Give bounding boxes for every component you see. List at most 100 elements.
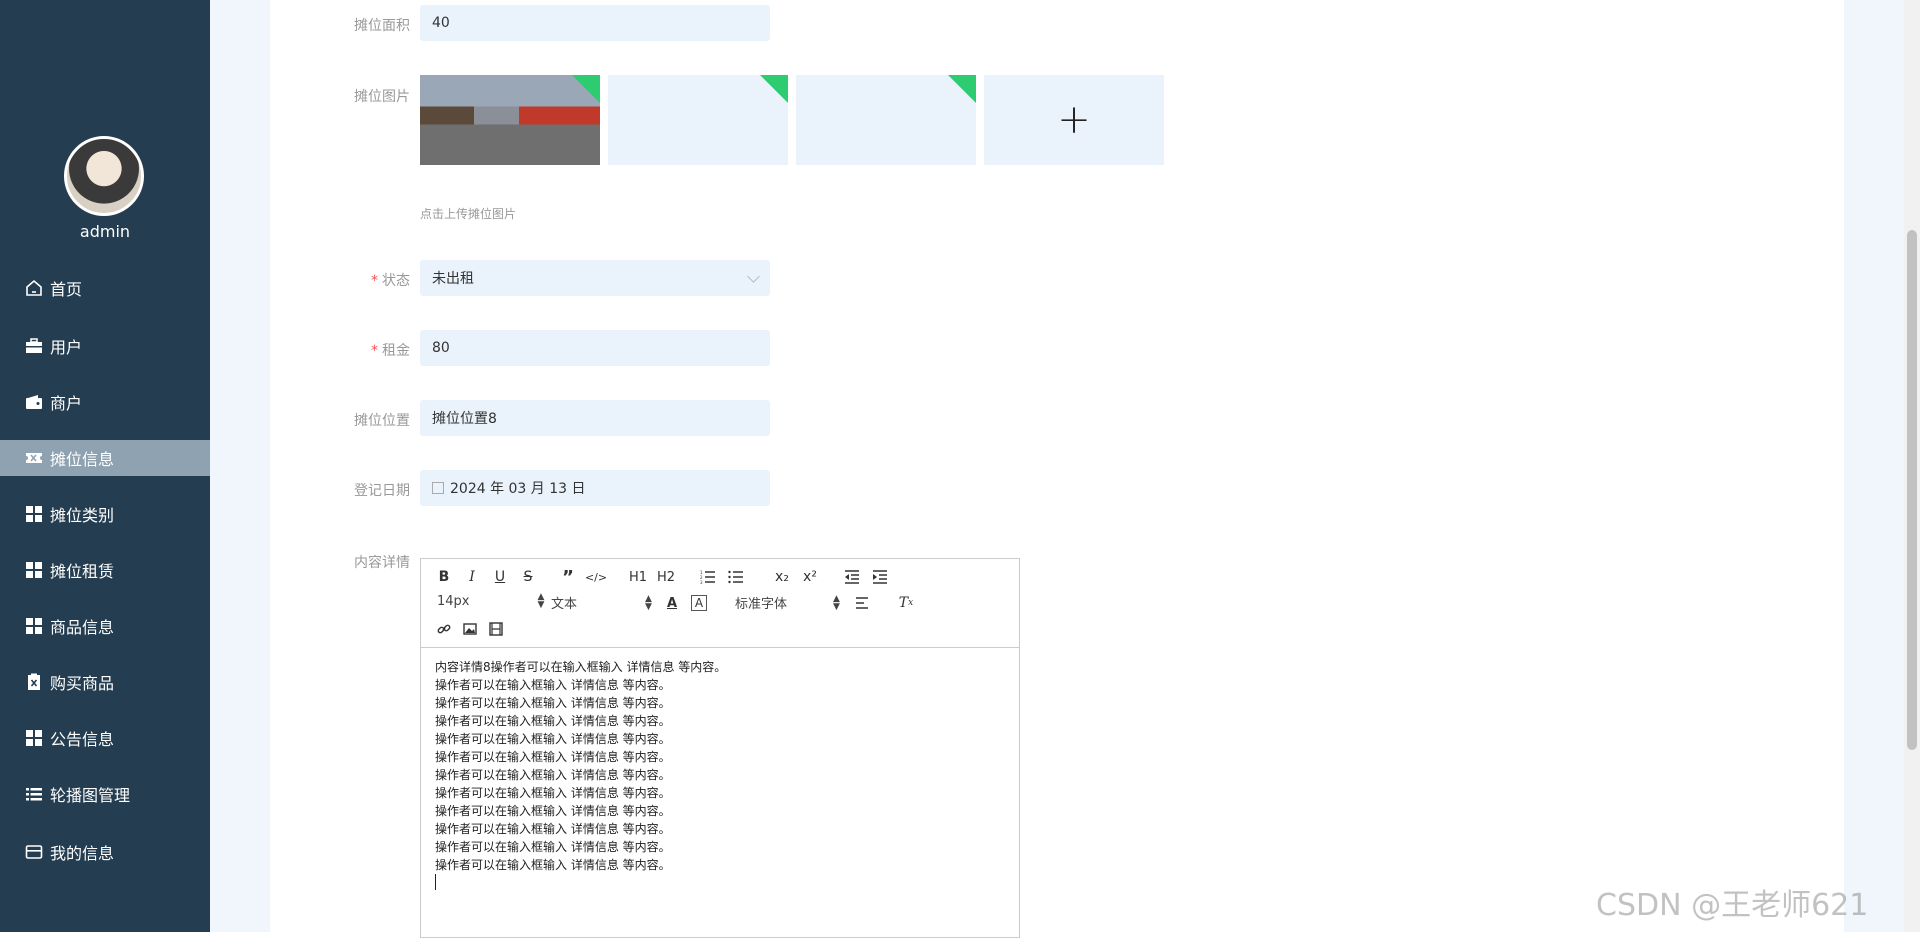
sidebar-item-label: 摊位信息 [50, 450, 115, 469]
select-arrows-icon: ▲ ▼ [833, 593, 840, 612]
subscript-button[interactable]: x₂ [771, 567, 793, 587]
sidebar-item-home[interactable]: 首页 [0, 270, 210, 306]
rent-input[interactable]: 80 [420, 330, 770, 366]
sidebar-item-label: 购买商品 [50, 674, 115, 693]
sidebar-item-label: 轮播图管理 [50, 786, 131, 805]
font-color-icon[interactable]: A [661, 593, 683, 613]
image-icon[interactable] [459, 619, 481, 639]
sidebar-item-label: 商户 [50, 394, 83, 413]
sidebar: admin 首页 用户 商户 摊位信息 摊位类别 摊位租赁 商品信息 购买商品 … [0, 0, 210, 932]
stall-image-2[interactable] [608, 75, 788, 165]
uploaded-check-corner [572, 75, 600, 103]
sidebar-item-label: 我的信息 [50, 844, 115, 863]
sidebar-item-label: 商品信息 [50, 618, 115, 637]
plus-icon: + [1057, 97, 1091, 143]
sidebar-item-purchase[interactable]: 购买商品 [0, 664, 210, 700]
editor-content[interactable]: 内容详情8操作者可以在输入框输入 详情信息 等内容。 操作者可以在输入框输入 详… [421, 648, 1019, 905]
text-type-select[interactable]: 文本 ▲ ▼ [551, 593, 652, 612]
select-arrows-icon: ▲ ▼ [537, 592, 545, 610]
bold-button[interactable]: B [433, 567, 455, 587]
font-family-value: 标准字体 [735, 597, 788, 612]
sidebar-item-stall-rental[interactable]: 摊位租赁 [0, 552, 210, 588]
align-icon[interactable] [851, 593, 873, 613]
ordered-list-icon[interactable]: 123 [697, 567, 719, 587]
indent-icon[interactable] [869, 567, 891, 587]
sidebar-item-label: 用户 [50, 338, 83, 357]
sidebar-item-merchant[interactable]: 商户 [0, 384, 210, 420]
required-mark: * [371, 343, 378, 359]
content-line: 操作者可以在输入框输入 详情信息 等内容。 [435, 822, 671, 836]
grid-icon [24, 728, 44, 748]
video-icon[interactable] [485, 619, 507, 639]
page-scrollbar[interactable] [1904, 0, 1920, 932]
sidebar-item-users[interactable]: 用户 [0, 328, 210, 364]
wallet-icon [24, 392, 44, 412]
username: admin [79, 222, 131, 241]
area-label: 摊位面积 [354, 18, 410, 34]
sidebar-item-label: 摊位租赁 [50, 562, 115, 581]
font-family-select[interactable]: 标准字体 ▲ ▼ [735, 593, 840, 612]
h2-button[interactable]: H2 [655, 567, 677, 587]
content-line: 操作者可以在输入框输入 详情信息 等内容。 [435, 696, 671, 710]
outdent-icon[interactable] [841, 567, 863, 587]
status-label-text: 状态 [382, 273, 410, 289]
font-size-select[interactable]: 14px ▲ ▼ [437, 592, 545, 610]
location-label: 摊位位置 [354, 413, 410, 429]
card-icon [24, 842, 44, 862]
text-type-value: 文本 [551, 597, 578, 612]
content-line: 操作者可以在输入框输入 详情信息 等内容。 [435, 804, 671, 818]
content-line: 操作者可以在输入框输入 详情信息 等内容。 [435, 786, 671, 800]
background-color-icon[interactable]: A [691, 595, 707, 611]
sidebar-item-stall-category[interactable]: 摊位类别 [0, 496, 210, 532]
sidebar-item-product-info[interactable]: 商品信息 [0, 608, 210, 644]
content-line: 操作者可以在输入框输入 详情信息 等内容。 [435, 768, 671, 782]
content-line: 内容详情8操作者可以在输入框输入 详情信息 等内容。 [435, 660, 727, 674]
stall-image-1[interactable] [420, 75, 600, 165]
location-input[interactable]: 摊位位置8 [420, 400, 770, 436]
briefcase-icon [24, 336, 44, 356]
home-icon [24, 278, 44, 298]
list-icon [24, 784, 44, 804]
sidebar-item-label: 摊位类别 [50, 506, 115, 525]
superscript-button[interactable]: x² [799, 567, 821, 587]
upload-hint: 点击上传摊位图片 [420, 207, 517, 221]
ticket-icon [24, 448, 44, 468]
italic-button[interactable]: I [461, 567, 483, 587]
content-line: 操作者可以在输入框输入 详情信息 等内容。 [435, 840, 671, 854]
grid-icon [24, 504, 44, 524]
link-icon[interactable] [433, 619, 455, 639]
date-value: 2024 年 03 月 13 日 [450, 481, 586, 497]
h1-button[interactable]: H1 [627, 567, 649, 587]
sidebar-item-stall-info[interactable]: 摊位信息 [0, 440, 210, 476]
sidebar-item-label: 公告信息 [50, 730, 115, 749]
quote-button[interactable]: ” [557, 567, 579, 588]
underline-button[interactable]: U [489, 567, 511, 587]
image-label: 摊位图片 [354, 89, 410, 105]
status-select[interactable]: 未出租 [420, 260, 770, 296]
content-line: 操作者可以在输入框输入 详情信息 等内容。 [435, 732, 671, 746]
avatar[interactable] [64, 136, 144, 216]
chevron-down-icon [747, 270, 760, 283]
sidebar-item-carousel[interactable]: 轮播图管理 [0, 776, 210, 812]
area-input[interactable]: 40 [420, 5, 770, 41]
sidebar-item-notice[interactable]: 公告信息 [0, 720, 210, 756]
date-picker[interactable]: 2024 年 03 月 13 日 [420, 470, 770, 506]
watermark: CSDN @王老师621 [1596, 888, 1869, 923]
clear-format-icon[interactable]: Tx [895, 593, 917, 613]
content-line: 操作者可以在输入框输入 详情信息 等内容。 [435, 678, 671, 692]
sidebar-item-my-info[interactable]: 我的信息 [0, 834, 210, 870]
stall-image-3[interactable] [796, 75, 976, 165]
code-button[interactable]: </> [585, 567, 607, 587]
scrollbar-thumb[interactable] [1907, 230, 1917, 750]
svg-text:3: 3 [700, 580, 703, 584]
text-cursor [435, 874, 436, 890]
calendar-icon [432, 482, 444, 494]
content-line: 操作者可以在输入框输入 详情信息 等内容。 [435, 714, 671, 728]
status-label: * 状态 [270, 270, 410, 290]
bullet-list-icon[interactable] [725, 567, 747, 587]
required-mark: * [371, 273, 378, 289]
strike-button[interactable]: S [517, 567, 539, 587]
clipboard-x-icon [24, 672, 44, 692]
rich-text-editor[interactable]: B I U S ” </> H1 H2 123 x₂ x² 14px ▲ ▼ 文本 ▲… [420, 558, 1020, 938]
upload-button[interactable]: + [984, 75, 1164, 165]
